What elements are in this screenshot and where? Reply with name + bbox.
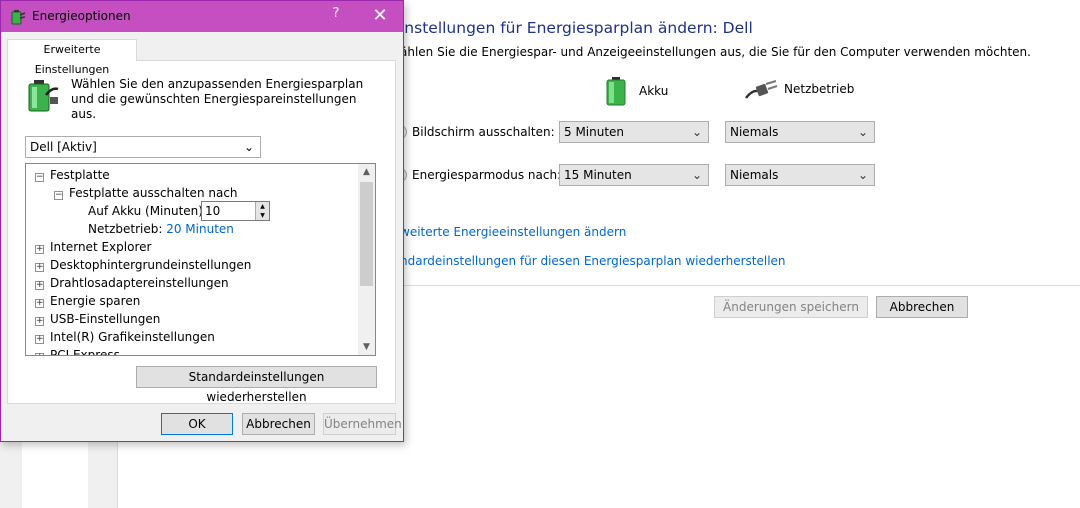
tree-item[interactable]: + Energie sparen xyxy=(35,293,140,309)
expand-icon[interactable]: + xyxy=(35,353,44,355)
cancel-button[interactable]: Abbrechen xyxy=(242,413,315,435)
battery-plug-icon xyxy=(28,80,59,112)
sleep-battery-value: 15 Minuten xyxy=(564,168,632,182)
display-off-battery-select[interactable]: 5 Minuten ⌄ xyxy=(559,121,709,143)
tree-item[interactable]: + Desktophintergrundeinstellungen xyxy=(35,257,251,273)
expand-icon[interactable]: + xyxy=(35,281,44,290)
netzbetrieb-label: Netzbetrieb: xyxy=(88,222,163,236)
help-button[interactable]: ? xyxy=(325,6,347,26)
power-plan-select[interactable]: Dell [Aktiv] ⌄ xyxy=(25,136,261,158)
tree-item-label: Desktophintergrundeinstellungen xyxy=(50,258,252,272)
tree-item-label: PCI Express xyxy=(50,348,120,356)
battery-column-header: Akku xyxy=(604,76,668,106)
close-button[interactable]: ✕ xyxy=(365,4,395,28)
tree-scrollbar[interactable]: ▲ ▼ xyxy=(358,164,375,355)
restore-defaults-link[interactable]: ndardeinstellungen für diesen Energiespa… xyxy=(400,254,786,268)
collapse-icon[interactable]: − xyxy=(35,173,44,182)
akku-minutes-label: Auf Akku (Minuten): xyxy=(88,204,208,218)
expand-icon[interactable]: + xyxy=(35,317,44,326)
expand-icon[interactable]: + xyxy=(35,299,44,308)
battery-icon xyxy=(606,77,626,106)
akku-minutes-input[interactable] xyxy=(205,204,251,218)
battery-column-label: Akku xyxy=(639,84,669,98)
power-options-icon xyxy=(11,10,26,25)
restore-defaults-button[interactable]: Standardeinstellungen wiederherstellen xyxy=(136,366,377,404)
tree-item[interactable]: + PCI Express xyxy=(35,347,120,356)
divider xyxy=(400,285,1080,286)
display-off-label: Bildschirm ausschalten: xyxy=(412,125,555,139)
power-plug-icon xyxy=(745,80,778,99)
display-off-plugged-select[interactable]: Niemals ⌄ xyxy=(725,121,875,143)
plugged-column-label: Netzbetrieb xyxy=(784,82,855,96)
scroll-up-icon[interactable]: ▲ xyxy=(358,164,375,180)
expand-icon[interactable]: + xyxy=(35,245,44,254)
apply-button[interactable]: Übernehmen xyxy=(323,413,402,435)
save-changes-button[interactable]: Änderungen speichern xyxy=(714,296,868,318)
advanced-settings-link[interactable]: weiterte Energieeinstellungen ändern xyxy=(400,225,626,239)
settings-tree: − Festplatte − Festplatte ausschalten nach… xyxy=(25,163,376,356)
spin-down-icon[interactable]: ▼ xyxy=(255,211,269,220)
tree-item-netzbetrieb: Netzbetrieb: 20 Minuten xyxy=(88,221,234,237)
dialog-titlebar[interactable]: Energieoptionen ? ✕ xyxy=(1,1,403,32)
netzbetrieb-value-link[interactable]: 20 Minuten xyxy=(166,222,234,236)
sleep-plugged-value: Niemals xyxy=(730,168,779,182)
tree-item[interactable]: + Internet Explorer xyxy=(35,239,151,255)
chevron-down-icon: ⌄ xyxy=(243,140,254,154)
chevron-down-icon: ⌄ xyxy=(691,168,702,182)
tree-item-label: Festplatte xyxy=(50,168,110,182)
plan-settings-subtitle: ählen Sie die Energiespar- und Anzeigeei… xyxy=(400,45,1031,59)
tree-item[interactable]: + Intel(R) Grafikeinstellungen xyxy=(35,329,215,345)
tree-item-festplatte[interactable]: − Festplatte xyxy=(35,167,110,183)
expand-icon[interactable]: + xyxy=(35,263,44,272)
dialog-title: Energieoptionen xyxy=(32,9,131,23)
chevron-down-icon: ⌄ xyxy=(691,125,702,139)
tree-item-label: Intel(R) Grafikeinstellungen xyxy=(50,330,215,344)
tab-advanced-settings[interactable]: Erweiterte Einstellungen xyxy=(7,39,137,76)
bg-cancel-button[interactable]: Abbrechen xyxy=(876,296,968,318)
scroll-thumb[interactable] xyxy=(360,182,373,286)
chevron-down-icon: ⌄ xyxy=(857,168,868,182)
tree-item-label: Drahtlosadaptereinstellungen xyxy=(50,276,229,290)
sleep-battery-select[interactable]: 15 Minuten ⌄ xyxy=(559,164,709,186)
display-off-plugged-value: Niemals xyxy=(730,125,779,139)
plugged-column-header: Netzbetrieb xyxy=(744,76,854,102)
tree-item[interactable]: + USB-Einstellungen xyxy=(35,311,160,327)
tree-item-label: USB-Einstellungen xyxy=(50,312,161,326)
spin-up-icon[interactable]: ▲ xyxy=(255,202,269,211)
chevron-down-icon: ⌄ xyxy=(857,125,868,139)
tree-item-label: Festplatte ausschalten nach xyxy=(69,186,238,200)
tree-item-festplatte-aus[interactable]: − Festplatte ausschalten nach xyxy=(54,185,238,201)
tree-item-label: Energie sparen xyxy=(50,294,141,308)
expand-icon[interactable]: + xyxy=(35,335,44,344)
display-off-battery-value: 5 Minuten xyxy=(564,125,625,139)
akku-minutes-stepper[interactable]: ▲ ▼ xyxy=(201,201,270,221)
power-plan-value: Dell [Aktiv] xyxy=(30,140,97,154)
tree-item-label: Internet Explorer xyxy=(50,240,152,254)
ok-button[interactable]: OK xyxy=(161,413,233,435)
dialog-description: Wählen Sie den anzupassenden Energiespar… xyxy=(71,77,364,121)
sleep-plugged-select[interactable]: Niemals ⌄ xyxy=(725,164,875,186)
scroll-down-icon[interactable]: ▼ xyxy=(358,339,375,355)
sleep-label: Energiesparmodus nach: xyxy=(412,168,562,182)
tree-item[interactable]: + Drahtlosadaptereinstellungen xyxy=(35,275,229,291)
plan-settings-title: instellungen für Energiesparplan ändern:… xyxy=(400,19,753,37)
collapse-icon[interactable]: − xyxy=(54,191,63,200)
